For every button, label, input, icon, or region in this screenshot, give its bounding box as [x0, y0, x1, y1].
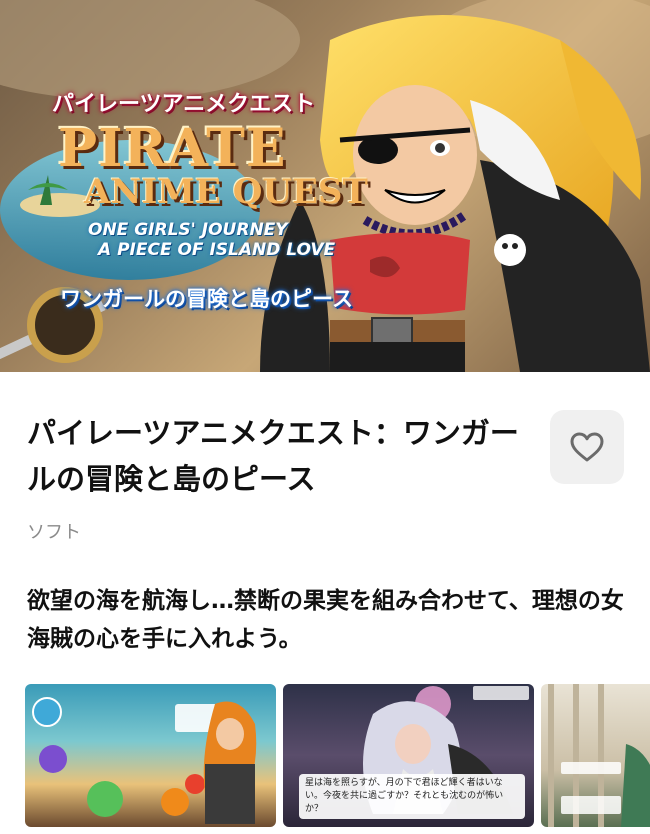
hero-banner: パイレーツアニメクエスト PIRATE ANIME QUEST ONE GIRL…: [0, 0, 650, 372]
screenshot-3-image: [548, 684, 650, 827]
hero-logo-line1: PIRATE: [58, 118, 287, 179]
screenshot-2[interactable]: 星は海を照らすが、月の下で君ほど輝く者はいない。今夜を共に過ごすか？それとも沈む…: [283, 684, 534, 827]
product-header: パイレーツアニメクエスト：ワンガールの冒険と島のピース: [27, 410, 627, 502]
product-title: パイレーツアニメクエスト：ワンガールの冒険と島のピース: [27, 416, 519, 496]
heart-icon: [570, 432, 604, 462]
hero-subtitle-line1: ONE GIRLS' JOURNEY: [88, 220, 288, 240]
product-description: 欲望の海を航海し…禁断の果実を組み合わせて、理想の女海賊の心を手に入れよう。: [27, 588, 624, 652]
hero-jp-subtitle: ワンガールの冒険と島のピース: [60, 287, 353, 311]
product-category: ソフト: [27, 522, 81, 543]
hero-logo-line2: ANIME QUEST: [84, 172, 368, 212]
screenshot-gallery[interactable]: 星は海を照らすが、月の下で君ほど輝く者はいない。今夜を共に過ごすか？それとも沈む…: [25, 684, 650, 834]
hero-jp-title: パイレーツアニメクエスト: [52, 92, 316, 117]
screenshot-1[interactable]: [25, 684, 276, 827]
screenshot-3[interactable]: [541, 684, 650, 827]
favorite-button[interactable]: [550, 410, 624, 484]
hero-subtitle-line2: A PIECE OF ISLAND LOVE: [98, 240, 336, 260]
screenshot-1-image: [32, 697, 257, 824]
screenshot-2-caption: 星は海を照らすが、月の下で君ほど輝く者はいない。今夜を共に過ごすか？それとも沈む…: [299, 774, 525, 819]
